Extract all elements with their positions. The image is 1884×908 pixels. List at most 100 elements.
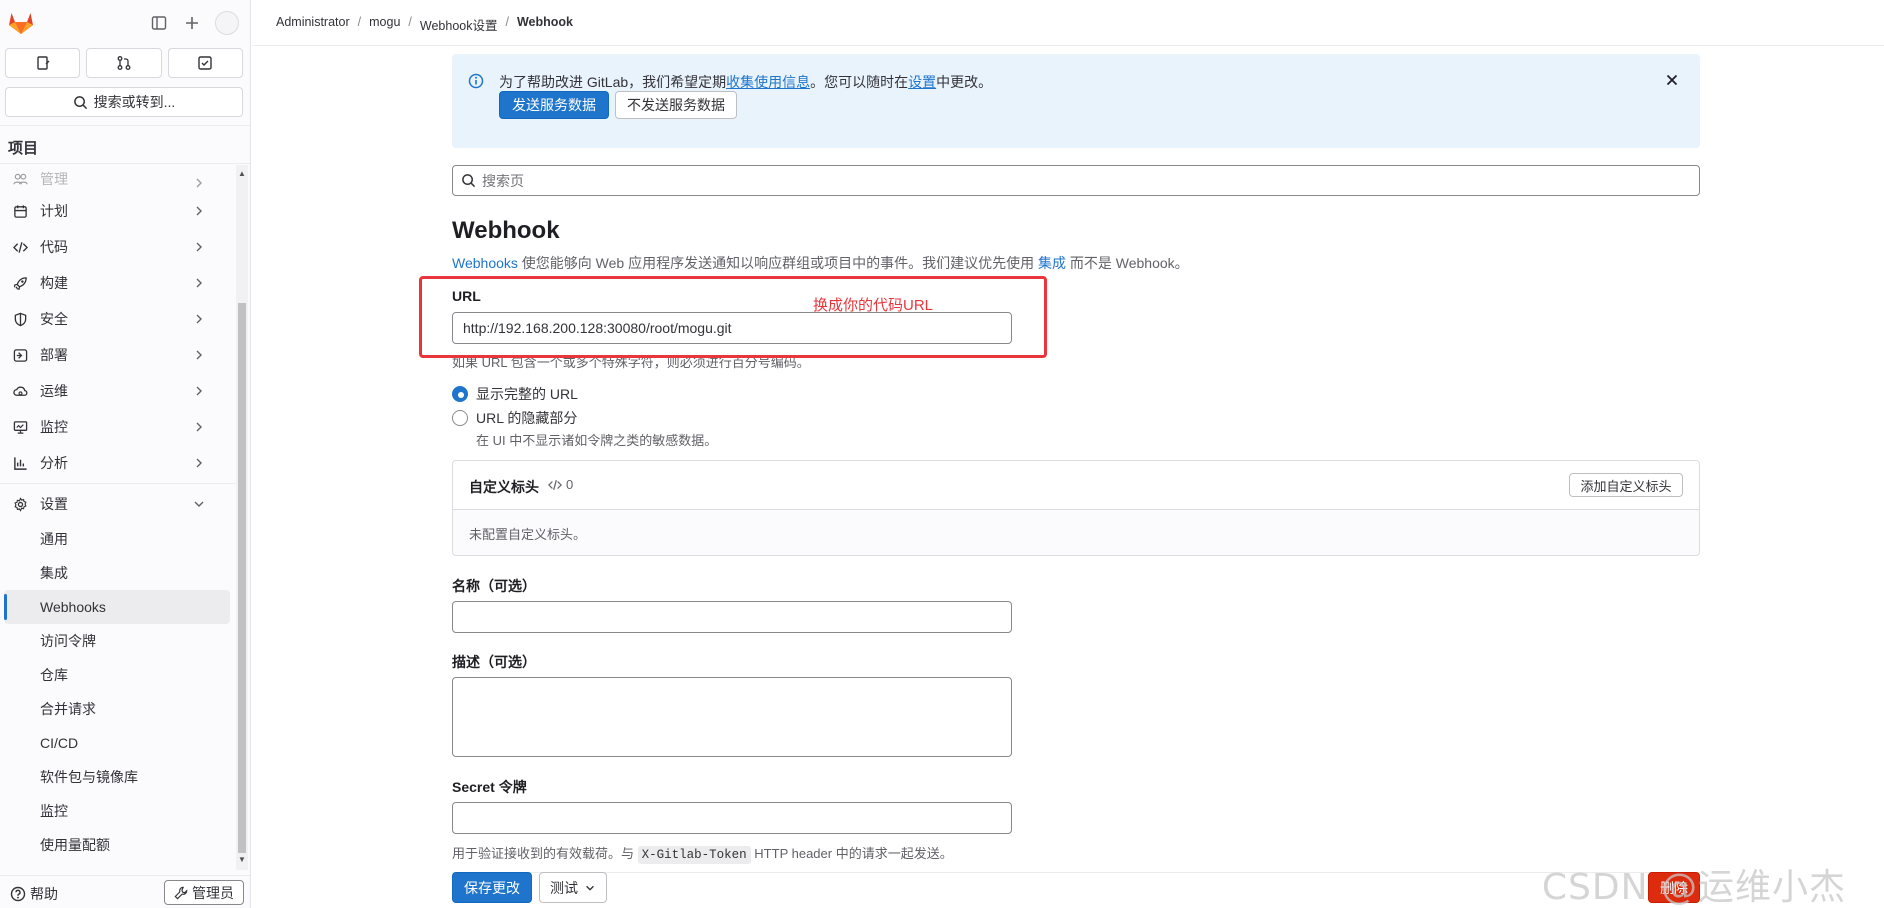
save-changes-button[interactable]: 保存更改: [452, 872, 532, 903]
sidebar-item-label: 监控: [40, 419, 68, 435]
card-header: 自定义标头 0 添加自定义标头: [453, 461, 1699, 510]
close-icon[interactable]: [1664, 72, 1680, 88]
sidebar-item-label: 部署: [40, 347, 68, 363]
settings-link[interactable]: 设置: [908, 74, 936, 90]
help-label: 帮助: [30, 886, 58, 902]
sidebar-item-label: 分析: [40, 455, 68, 471]
chevron-right-icon: [196, 314, 202, 324]
sidebar-quick-buttons: [5, 48, 243, 78]
gitlab-logo-icon[interactable]: [8, 11, 34, 35]
annotation-highlight-box: [419, 276, 1047, 358]
webhooks-docs-link[interactable]: Webhooks: [452, 255, 518, 271]
scroll-down-icon[interactable]: ▼: [238, 855, 246, 864]
rocket-icon: [12, 275, 28, 291]
sidebar-subitem-usage-quotas[interactable]: 使用量配额: [0, 828, 236, 862]
send-service-data-button[interactable]: 发送服务数据: [499, 91, 609, 119]
banner-text-part: 为了帮助改进 GitLab，我们希望定期: [499, 74, 727, 90]
empty-state-text: 未配置自定义标头。: [469, 527, 587, 542]
sidebar-subitem-integrations[interactable]: 集成: [0, 556, 236, 590]
plus-icon[interactable]: [181, 12, 203, 34]
description-text: 而不是 Webhook。: [1066, 255, 1189, 271]
sidebar-item-deploy[interactable]: 部署: [0, 337, 236, 373]
users-icon: [12, 171, 28, 187]
sidebar-subitem-access-tokens[interactable]: 访问令牌: [0, 624, 236, 658]
dont-send-service-data-button[interactable]: 不发送服务数据: [615, 91, 737, 119]
sidebar-subitem-repository[interactable]: 仓库: [0, 658, 236, 692]
sidebar-subitem-cicd[interactable]: CI/CD: [0, 726, 236, 760]
header-count: 0: [548, 477, 573, 492]
sidebar-toggle-icon[interactable]: [148, 12, 170, 34]
breadcrumb-current[interactable]: Webhook: [517, 15, 573, 34]
secret-token-label: Secret 令牌: [452, 779, 527, 795]
add-custom-header-button[interactable]: 添加自定义标头: [1569, 473, 1683, 497]
sidebar: 搜索或转到... 项目 管理 计划 代码 构建 安全 部署 运维 监控 分析 设…: [0, 0, 251, 908]
search-icon: [462, 174, 476, 188]
sidebar-subitem-general[interactable]: 通用: [0, 522, 236, 556]
sidebar-scrollbar[interactable]: ▲ ▼: [236, 165, 248, 870]
search-or-goto-button[interactable]: 搜索或转到...: [5, 87, 243, 117]
issues-button[interactable]: [5, 48, 81, 78]
collect-usage-link[interactable]: 收集使用信息: [726, 74, 810, 90]
sidebar-item-plan[interactable]: 计划: [0, 193, 236, 229]
card-title: 自定义标头: [469, 479, 539, 495]
page-search-input[interactable]: 搜索页: [452, 165, 1700, 196]
sidebar-item-code[interactable]: 代码: [0, 229, 236, 265]
usage-ping-banner: 为了帮助改进 GitLab，我们希望定期收集使用信息。您可以随时在设置中更改。 …: [452, 54, 1700, 148]
radio-button[interactable]: [452, 410, 468, 426]
divider: [452, 872, 1700, 873]
search-label: 搜索或转到...: [93, 94, 176, 110]
sidebar-subitem-packages-registries[interactable]: 软件包与镜像库: [0, 760, 236, 794]
scrollbar-thumb[interactable]: [238, 303, 246, 853]
divider: [0, 163, 250, 164]
admin-area-button[interactable]: 管理员: [164, 880, 244, 905]
description-textarea[interactable]: [452, 677, 1012, 757]
todos-button[interactable]: [167, 48, 243, 78]
sidebar-item-label: 构建: [40, 275, 68, 291]
sidebar-footer: 帮助 管理员: [0, 875, 250, 908]
chevron-down-icon: [194, 501, 204, 507]
description-text: 使您能够向 Web 应用程序发送通知以响应群组或项目中的事件。我们建议优先使用: [517, 255, 1038, 271]
sidebar-subitem-merge-requests[interactable]: 合并请求: [0, 692, 236, 726]
integrations-link[interactable]: 集成: [1038, 255, 1066, 271]
chevron-right-icon: [196, 350, 202, 360]
sidebar-item-operate[interactable]: 运维: [0, 373, 236, 409]
sidebar-item-monitor[interactable]: 监控: [0, 409, 236, 445]
sidebar-item-settings[interactable]: 设置: [0, 486, 236, 522]
sidebar-item-build[interactable]: 构建: [0, 265, 236, 301]
calendar-icon: [12, 203, 28, 219]
radio-show-full-url[interactable]: 显示完整的 URL: [452, 384, 578, 404]
chevron-right-icon: [196, 386, 202, 396]
sidebar-subitem-webhooks[interactable]: Webhooks: [4, 590, 230, 624]
admin-label: 管理员: [192, 884, 234, 901]
sidebar-item-analyze[interactable]: 分析: [0, 445, 236, 481]
breadcrumb-item[interactable]: Administrator: [276, 15, 350, 34]
help-text-part: HTTP header 中的请求一起发送。: [754, 846, 953, 861]
divider: [0, 125, 250, 126]
sidebar-subitem-monitor[interactable]: 监控: [0, 794, 236, 828]
radio-button[interactable]: [452, 386, 468, 402]
card-body: 未配置自定义标头。: [453, 510, 1699, 555]
todo-check-icon: [198, 56, 213, 70]
radio-mask-url[interactable]: URL 的隐藏部分: [452, 408, 577, 428]
divider: [0, 483, 236, 484]
breadcrumb-item[interactable]: mogu: [369, 15, 400, 34]
code-icon: [12, 239, 28, 255]
chevron-right-icon: [196, 178, 202, 188]
scroll-up-icon[interactable]: ▲: [238, 169, 246, 178]
sidebar-item-label: 安全: [40, 311, 68, 327]
secret-token-input[interactable]: [452, 802, 1012, 834]
chevron-right-icon: [196, 206, 202, 216]
help-button[interactable]: 帮助: [10, 884, 58, 904]
avatar[interactable]: [215, 11, 239, 35]
merge-requests-button[interactable]: [86, 48, 162, 78]
name-input[interactable]: [452, 601, 1012, 633]
breadcrumb-item[interactable]: Webhook设置: [420, 15, 498, 34]
sidebar-item-label: 代码: [40, 239, 68, 255]
sidebar-item-manage[interactable]: 管理: [0, 165, 236, 193]
page-title: Webhook: [452, 217, 560, 244]
sidebar-item-security[interactable]: 安全: [0, 301, 236, 337]
custom-headers-card: 自定义标头 0 添加自定义标头 未配置自定义标头。: [452, 460, 1700, 556]
test-dropdown-button[interactable]: 测试: [539, 872, 607, 903]
header-code: X-Gitlab-Token: [637, 846, 751, 864]
test-label: 测试: [550, 879, 578, 896]
